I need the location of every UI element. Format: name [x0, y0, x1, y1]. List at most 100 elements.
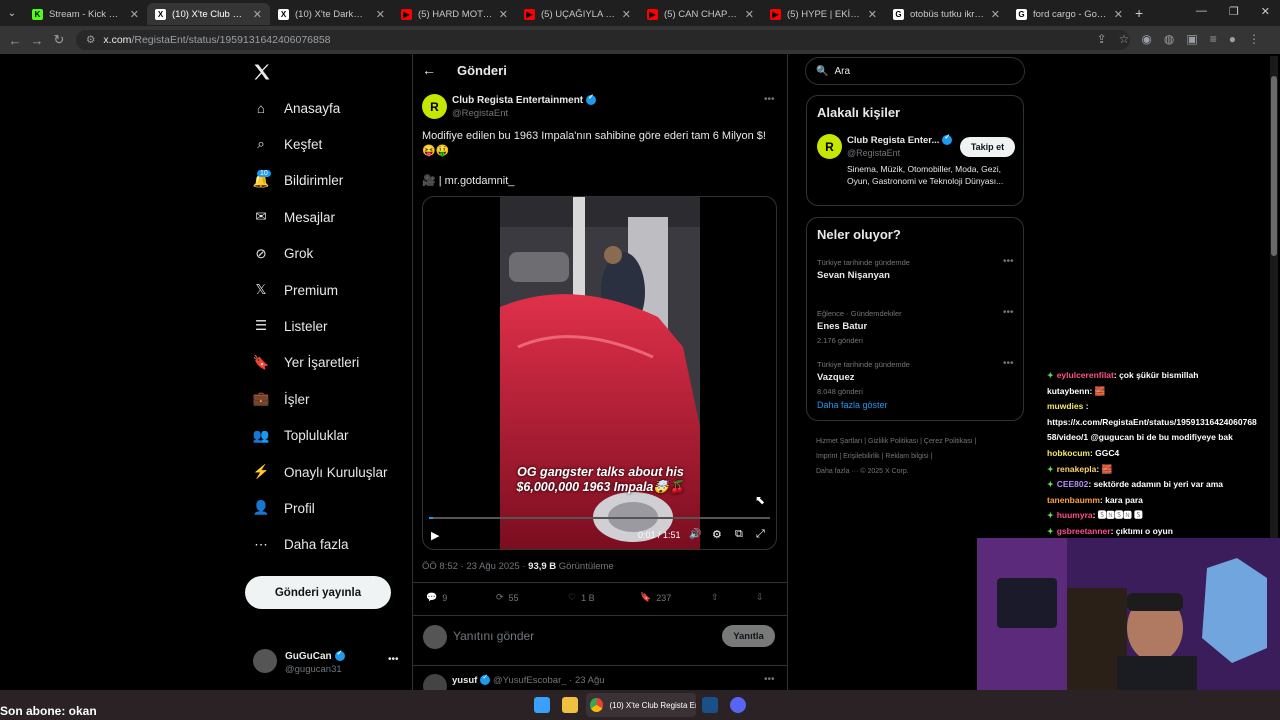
- nav-item-0[interactable]: ⌂ Anasayfa: [252, 99, 340, 117]
- star-icon[interactable]: ☆: [1119, 32, 1130, 46]
- volume-icon[interactable]: 🔊: [689, 529, 701, 540]
- tab-close-icon[interactable]: ✕: [1114, 8, 1123, 21]
- reply-author[interactable]: yusuf @YusufEscobar_ · 23 Ağu: [452, 673, 605, 686]
- nav-item-4[interactable]: ⊘ Grok: [252, 245, 313, 263]
- tab-close-icon[interactable]: ✕: [253, 8, 262, 21]
- discord-icon[interactable]: [730, 697, 746, 713]
- x-logo-icon[interactable]: [252, 62, 272, 82]
- menu-icon[interactable]: ⋮: [1248, 32, 1260, 46]
- browser-tab[interactable]: ▶ (5) CAN CHAPLIN EV ZİY ✕: [639, 3, 762, 25]
- media-icon[interactable]: ≡: [1210, 32, 1217, 46]
- taskbar-chrome-button[interactable]: (10) X'te Club Regista En: [586, 693, 696, 717]
- reply-button[interactable]: 💬 9: [426, 592, 447, 603]
- back-arrow-icon[interactable]: ←: [422, 62, 436, 78]
- download-icon[interactable]: ⇩: [756, 592, 764, 603]
- pip-icon[interactable]: ⧉: [735, 528, 743, 541]
- nav-item-11[interactable]: 👤 Profil: [252, 499, 315, 517]
- trend-item[interactable]: Eğlence · Gündemdekiler Enes Batur 2.176…: [817, 307, 1017, 345]
- follow-button[interactable]: Takip et: [960, 137, 1015, 157]
- close-window-icon[interactable]: ✕: [1261, 5, 1270, 18]
- browser-tab[interactable]: ▶ (5) HARD MOTORCU ÇE ✕: [393, 3, 516, 25]
- nav-item-9[interactable]: 👥 Topluluklar: [252, 427, 349, 445]
- tab-close-icon[interactable]: ✕: [745, 8, 754, 21]
- tab-close-icon[interactable]: ✕: [130, 8, 139, 21]
- footer-link[interactable]: Hizmet Şartları: [816, 438, 862, 445]
- nav-item-5[interactable]: 𝕏 Premium: [252, 281, 338, 299]
- account-more-icon[interactable]: •••: [388, 654, 399, 665]
- post-more-icon[interactable]: •••: [764, 94, 775, 105]
- reply-more-icon[interactable]: •••: [764, 674, 775, 685]
- trend-item[interactable]: Türkiye tarihinde gündemde Vazquez 8.048…: [817, 358, 1017, 396]
- browser-tab[interactable]: X (10) X'te Club Regista ✕: [147, 3, 270, 25]
- author-handle[interactable]: @RegistaEnt: [452, 108, 508, 119]
- nav-item-8[interactable]: 💼 İşler: [252, 390, 310, 408]
- file-explorer-icon[interactable]: [562, 697, 578, 713]
- profile-avatar-icon[interactable]: ●: [1229, 32, 1236, 46]
- nav-item-12[interactable]: ⋯ Daha fazla: [252, 536, 348, 554]
- video-player[interactable]: OG gangster talks about his $6,000,000 1…: [422, 196, 777, 550]
- url-field[interactable]: ⚙ x.com/RegistaEnt/status/19591316424060…: [76, 30, 1130, 50]
- trend-more-icon[interactable]: •••: [1003, 358, 1014, 369]
- nav-item-7[interactable]: 🔖 Yer İşaretleri: [252, 354, 360, 372]
- nav-label: Listeler: [284, 318, 328, 334]
- footer-link[interactable]: Erişilebilirlik: [843, 453, 880, 460]
- reply-input[interactable]: Yanıtını gönder: [453, 629, 534, 643]
- like-button[interactable]: ♡ 1 B: [568, 592, 595, 603]
- bookmark-button[interactable]: 🔖 237: [640, 592, 671, 603]
- nav-item-6[interactable]: ☰ Listeler: [252, 317, 328, 335]
- browser-tab[interactable]: Gford cargo - Google'da A ✕: [1008, 3, 1131, 25]
- scrollbar-thumb[interactable]: [1271, 76, 1277, 256]
- reply-submit-button[interactable]: Yanıtla: [722, 625, 775, 647]
- footer-link[interactable]: Çerez Politikası: [924, 438, 973, 445]
- account-name[interactable]: GuGuCan: [285, 649, 345, 662]
- site-info-icon[interactable]: ⚙: [86, 34, 95, 46]
- browser-tab[interactable]: ▶ (5) HYPE | EKİP İNTRO ✕: [762, 3, 885, 25]
- account-avatar[interactable]: [253, 649, 277, 673]
- related-avatar[interactable]: R: [817, 134, 842, 159]
- reload-icon[interactable]: ↻: [48, 32, 70, 48]
- tab-close-icon[interactable]: ✕: [991, 8, 1000, 21]
- footer-link[interactable]: Gizlilik Politikası: [868, 438, 918, 445]
- video-progress-track[interactable]: [429, 517, 770, 519]
- browser-tab[interactable]: X (10) X'te DarkWeb Haber ✕: [270, 3, 393, 25]
- author-avatar[interactable]: R: [422, 94, 447, 119]
- tab-search-icon[interactable]: ⌄: [0, 8, 24, 19]
- browser-tab[interactable]: ▶ (5) UÇAĞIYLA EVEREST ✕: [516, 3, 639, 25]
- windows-start-icon[interactable]: [534, 697, 550, 713]
- fullscreen-icon[interactable]: ⤢: [756, 528, 765, 541]
- play-icon[interactable]: ▶: [431, 529, 439, 542]
- related-name[interactable]: Club Regista Enter...: [847, 133, 953, 146]
- nav-item-1[interactable]: ⌕ Keşfet: [252, 135, 322, 153]
- repost-button[interactable]: ⟳ 55: [496, 592, 519, 603]
- browser-tab[interactable]: K Stream - Kick Dashboard ✕: [24, 3, 147, 25]
- tab-close-icon[interactable]: ✕: [499, 8, 508, 21]
- search-input[interactable]: 🔍 Ara: [805, 57, 1025, 85]
- tab-close-icon[interactable]: ✕: [622, 8, 631, 21]
- trend-item[interactable]: Türkiye tarihinde gündemde Sevan Nişanya…: [817, 256, 1017, 285]
- author-name[interactable]: Club Regista Entertainment: [452, 93, 597, 106]
- settings-icon[interactable]: ⚙: [712, 528, 722, 541]
- back-icon[interactable]: ←: [4, 33, 26, 48]
- trend-more-icon[interactable]: •••: [1003, 307, 1014, 318]
- new-tab-button[interactable]: +: [1135, 5, 1143, 21]
- audio-icon[interactable]: ◍: [1164, 32, 1174, 46]
- extension-icon[interactable]: ◉: [1141, 32, 1151, 46]
- trend-more-icon[interactable]: •••: [1003, 256, 1014, 267]
- nav-item-10[interactable]: ⚡ Onaylı Kuruluşlar: [252, 463, 388, 481]
- maximize-icon[interactable]: ❐: [1229, 5, 1239, 18]
- footer-link[interactable]: Reklam bilgisi: [885, 453, 928, 460]
- install-icon[interactable]: ⇪: [1097, 32, 1107, 46]
- forward-icon[interactable]: →: [26, 33, 48, 48]
- footer-link[interactable]: Daha fazla ···: [816, 468, 858, 475]
- nav-item-3[interactable]: ✉ Mesajlar: [252, 208, 335, 226]
- puzzle-icon[interactable]: ▣: [1186, 32, 1197, 46]
- footer-link[interactable]: Imprint: [816, 453, 837, 460]
- tab-close-icon[interactable]: ✕: [376, 8, 385, 21]
- steam-icon[interactable]: [702, 697, 718, 713]
- tab-close-icon[interactable]: ✕: [868, 8, 877, 21]
- post-button[interactable]: Gönderi yayınla: [245, 576, 391, 609]
- show-more-link[interactable]: Daha fazla göster: [817, 400, 888, 410]
- browser-tab[interactable]: Gotobüs tutku ikram - G ✕: [885, 3, 1008, 25]
- minimize-icon[interactable]: —: [1196, 5, 1207, 18]
- share-icon[interactable]: ⇧: [711, 592, 719, 603]
